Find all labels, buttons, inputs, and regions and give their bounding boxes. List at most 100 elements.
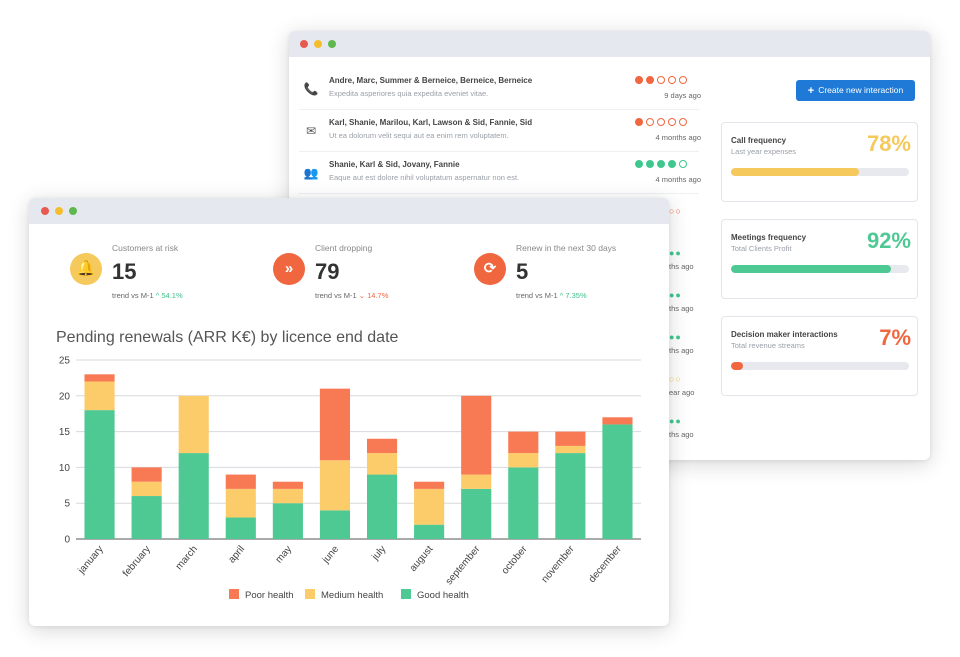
close-window-button[interactable] xyxy=(41,207,49,215)
kpi-card: Call frequency Last year expenses 78% xyxy=(721,122,918,202)
legend-label: Poor health xyxy=(245,590,294,601)
bar-segment xyxy=(414,488,445,525)
legend-item[interactable]: Good health xyxy=(401,589,469,601)
stat-label: Renew in the next 30 days xyxy=(516,243,617,253)
stat-value: 15 xyxy=(112,259,137,284)
x-tick-label: november xyxy=(540,543,577,585)
x-tick-label: march xyxy=(174,544,200,572)
interaction-description: Eaque aut est dolore nihil voluptatum as… xyxy=(329,173,520,182)
legend-item[interactable]: Medium health xyxy=(305,589,383,601)
window-titlebar xyxy=(29,198,669,224)
interaction-row[interactable]: 👥 Shanie, Karl & Sid, Jovany, Fannie Eaque… xyxy=(299,151,701,194)
interaction-date: 4 months ago xyxy=(655,133,701,142)
bar-segment xyxy=(555,453,586,539)
interaction-participants: Karl, Shanie, Marilou, Karl, Lawson & Si… xyxy=(329,118,533,127)
x-tick-label: october xyxy=(500,543,530,576)
kpi-title: Meetings frequency xyxy=(731,233,807,242)
envelope-icon: ✉ xyxy=(305,124,317,138)
chart-title: Pending renewals (ARR K€) by licence end… xyxy=(56,329,399,346)
renewals-bar-chart: 0 5 10 15 20 25 january february march april may ju… xyxy=(59,356,641,587)
health-dot-filled xyxy=(668,160,676,168)
minimize-window-button[interactable] xyxy=(314,40,322,48)
bar-segment xyxy=(272,503,303,539)
refresh-icon: ⟳ xyxy=(474,253,506,285)
bar-segment xyxy=(366,453,398,475)
bar-segment xyxy=(555,431,586,446)
kpi-progress-fill xyxy=(731,362,744,370)
bar-segment xyxy=(131,481,162,497)
bar-segment xyxy=(461,488,492,539)
health-dot-filled xyxy=(646,76,654,84)
double-chevron-down-icon: » xyxy=(273,253,305,285)
bar-segment xyxy=(319,460,351,511)
renewals-window: 🔔 Customers at risk 15 trend vs M-1 ^ 54.1%… xyxy=(29,198,669,626)
legend-swatch xyxy=(229,589,239,599)
stat-label: Customers at risk xyxy=(112,243,179,253)
bar-segment xyxy=(272,488,303,504)
kpi-subtitle: Total revenue streams xyxy=(731,341,805,350)
y-tick-label: 25 xyxy=(59,356,71,367)
maximize-window-button[interactable] xyxy=(69,207,77,215)
close-window-button[interactable] xyxy=(300,40,308,48)
bar-segment xyxy=(225,474,256,489)
bar-segment xyxy=(508,453,539,468)
health-dot-empty xyxy=(657,76,665,84)
legend-item[interactable]: Poor health xyxy=(229,589,294,601)
plus-icon: + xyxy=(807,85,815,97)
bar-segment xyxy=(414,481,445,489)
stat-value: 5 xyxy=(516,259,529,284)
bar-segment xyxy=(131,496,162,539)
trend-value: ^ 7.35% xyxy=(559,291,587,300)
bar-segment xyxy=(555,445,586,454)
kpi-progress-fill xyxy=(731,168,860,176)
kpi-progress-bar xyxy=(731,265,909,273)
create-interaction-button[interactable]: + Create new interaction xyxy=(796,80,915,101)
window-titlebar xyxy=(289,31,930,57)
legend-swatch xyxy=(401,589,411,599)
stat-card: ⟳ Renew in the next 30 days 5 trend vs M-1 … xyxy=(474,243,669,303)
health-rating xyxy=(635,76,690,86)
legend-label: Medium health xyxy=(321,590,384,601)
health-dot-filled xyxy=(657,160,665,168)
interaction-row[interactable]: ✉ Karl, Shanie, Marilou, Karl, Lawson & S… xyxy=(299,109,701,152)
interaction-participants: Andre, Marc, Summer & Berneice, Berneice… xyxy=(329,76,533,85)
x-tick-label: december xyxy=(587,543,624,585)
kpi-subtitle: Last year expenses xyxy=(731,147,797,156)
health-dot-filled xyxy=(635,160,643,168)
bar-segment xyxy=(84,374,115,382)
trend-value: ^ 54.1% xyxy=(155,291,183,300)
bar-segment xyxy=(366,438,398,454)
bar-segment xyxy=(319,510,351,539)
x-tick-label: june xyxy=(320,544,342,567)
x-tick-label: august xyxy=(408,544,436,574)
users-icon: 👥 xyxy=(303,166,319,180)
stat-card: 🔔 Customers at risk 15 trend vs M-1 ^ 54.1% xyxy=(70,243,270,303)
stat-label: Client dropping xyxy=(315,243,373,253)
stat-card: » Client dropping 79 trend vs M-1 ⌄ 14.7% xyxy=(273,243,473,303)
kpi-progress-bar xyxy=(731,168,909,176)
y-tick-label: 20 xyxy=(59,391,71,402)
bar-segment xyxy=(461,395,492,475)
health-rating xyxy=(635,160,690,170)
health-dot-empty xyxy=(657,118,665,126)
bar-segment xyxy=(84,381,115,411)
trend-value: ⌄ 14.7% xyxy=(358,291,389,300)
x-tick-label: april xyxy=(227,544,248,566)
maximize-window-button[interactable] xyxy=(328,40,336,48)
interaction-description: Expedita asperiores quia expedita evenie… xyxy=(329,89,489,98)
bar-segment xyxy=(414,524,445,539)
health-dot-filled xyxy=(646,160,654,168)
kpi-card: Decision maker interactions Total revenue… xyxy=(721,316,918,396)
interaction-date: 4 months ago xyxy=(655,175,701,184)
health-dot-empty xyxy=(668,76,676,84)
interaction-row[interactable]: 📞 Andre, Marc, Summer & Berneice, Berneic… xyxy=(299,67,701,110)
interaction-date-partial: ths ago xyxy=(669,304,694,313)
health-rating xyxy=(635,118,690,128)
bar-segment xyxy=(602,417,633,425)
phone-icon: 📞 xyxy=(303,82,319,96)
bell-icon: 🔔 xyxy=(70,253,102,285)
bar-segment xyxy=(272,481,303,489)
y-tick-label: 15 xyxy=(59,427,71,438)
minimize-window-button[interactable] xyxy=(55,207,63,215)
health-dot-empty xyxy=(646,118,654,126)
